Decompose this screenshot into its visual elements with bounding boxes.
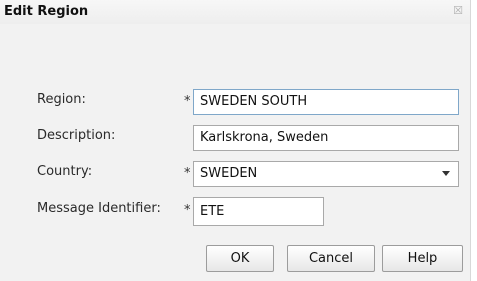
edit-region-dialog: Edit Region ☒ Region: * SWEDEN SOUTH Des… <box>0 0 471 281</box>
help-button[interactable]: Help <box>382 245 463 272</box>
region-required-mark: * <box>184 94 191 109</box>
message-identifier-label: Message Identifier: <box>37 201 161 216</box>
ok-button[interactable]: OK <box>206 245 274 272</box>
country-required-mark: * <box>184 166 191 181</box>
description-label: Description: <box>37 128 116 143</box>
country-select[interactable]: SWEDEN <box>193 161 459 187</box>
country-select-value: SWEDEN <box>200 166 258 181</box>
region-input[interactable]: SWEDEN SOUTH <box>193 89 459 115</box>
message-identifier-input[interactable]: ETE <box>193 197 324 226</box>
cancel-button[interactable]: Cancel <box>287 245 375 272</box>
close-icon[interactable]: ☒ <box>452 5 464 17</box>
title-bar: Edit Region ☒ <box>0 0 470 24</box>
region-label: Region: <box>37 92 86 107</box>
chevron-down-icon[interactable] <box>442 171 450 176</box>
country-label: Country: <box>37 164 93 179</box>
dialog-title: Edit Region <box>4 4 89 19</box>
message-identifier-required-mark: * <box>184 203 191 218</box>
description-input[interactable]: Karlskrona, Sweden <box>193 125 459 151</box>
